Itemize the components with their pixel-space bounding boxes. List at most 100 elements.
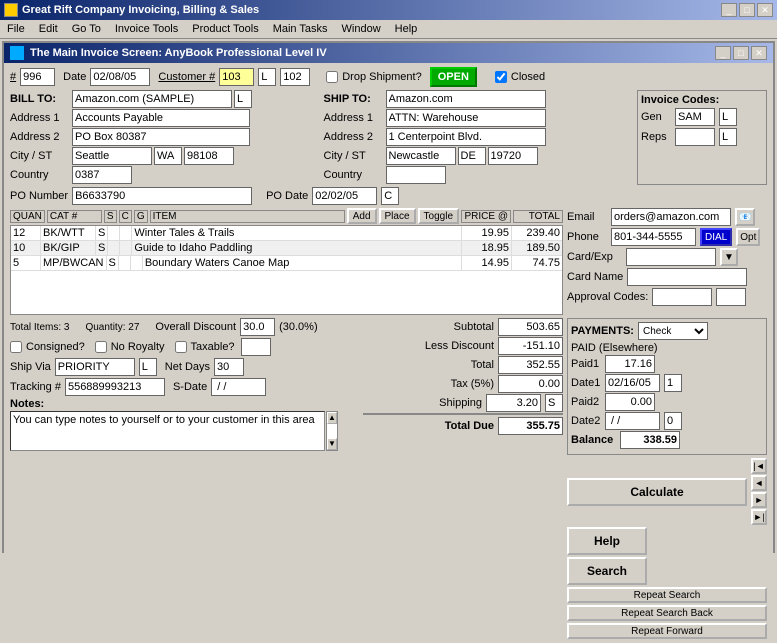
nav-prev-btn[interactable]: ◄ xyxy=(751,475,767,491)
menu-help[interactable]: Help xyxy=(392,22,421,36)
email-icon-btn[interactable]: 📧 xyxy=(735,208,755,226)
subtotal-field[interactable] xyxy=(498,318,563,336)
ship-via-code[interactable] xyxy=(139,358,157,376)
card-exp-field[interactable] xyxy=(626,248,716,266)
window-controls[interactable]: _ □ ✕ xyxy=(721,3,773,17)
bill-zip-field[interactable] xyxy=(184,147,234,165)
customer-num-field[interactable] xyxy=(219,68,254,86)
bill-city-field[interactable] xyxy=(72,147,152,165)
po-date-code-field[interactable] xyxy=(381,187,399,205)
taxable-checkbox[interactable] xyxy=(175,341,187,353)
reps-code-field[interactable] xyxy=(675,128,715,146)
repeat-search-back-button[interactable]: Repeat Search Back xyxy=(567,605,767,621)
ship-via-field[interactable] xyxy=(55,358,135,376)
customer-code-field[interactable] xyxy=(258,68,276,86)
total-due-field[interactable] xyxy=(498,417,563,435)
customer-id-field[interactable] xyxy=(280,68,310,86)
invoice-num-field[interactable] xyxy=(20,68,55,86)
date1-code[interactable] xyxy=(664,374,682,392)
approval-field2[interactable] xyxy=(716,288,746,306)
overall-discount-field[interactable] xyxy=(240,318,275,336)
drop-shipment-checkbox[interactable] xyxy=(326,71,338,83)
shipping-field[interactable] xyxy=(486,394,541,412)
menu-main-tasks[interactable]: Main Tasks xyxy=(270,22,331,36)
consigned-checkbox[interactable] xyxy=(10,341,22,353)
calculate-button[interactable]: Calculate xyxy=(567,478,747,506)
net-days-field[interactable] xyxy=(214,358,244,376)
total-field[interactable] xyxy=(498,356,563,374)
email-label: Email xyxy=(567,211,607,223)
add-button[interactable]: Add xyxy=(347,208,377,224)
dial-button[interactable]: DIAL xyxy=(700,228,732,246)
notes-area[interactable]: You can type notes to yourself or to you… xyxy=(10,411,325,451)
help-button[interactable]: Help xyxy=(567,527,647,555)
ship-city-field[interactable] xyxy=(386,147,456,165)
maximize-button[interactable]: □ xyxy=(739,3,755,17)
card-exp-btn[interactable]: ▼ xyxy=(720,248,738,266)
place-button[interactable]: Place xyxy=(379,208,416,224)
po-number-field[interactable] xyxy=(72,187,252,205)
date-field[interactable] xyxy=(90,68,150,86)
po-date-field[interactable] xyxy=(312,187,377,205)
email-field[interactable] xyxy=(611,208,731,226)
subtotal-label: Subtotal xyxy=(414,321,494,333)
ship-address1-field[interactable] xyxy=(386,109,546,127)
card-name-field[interactable] xyxy=(627,268,747,286)
menu-file[interactable]: File xyxy=(4,22,28,36)
tracking-field[interactable] xyxy=(65,378,165,396)
menu-invoice-tools[interactable]: Invoice Tools xyxy=(112,22,181,36)
ship-address2-field[interactable] xyxy=(386,128,546,146)
menu-product-tools[interactable]: Product Tools xyxy=(189,22,261,36)
shipping-code[interactable] xyxy=(545,394,563,412)
ship-country-field[interactable] xyxy=(386,166,446,184)
bill-address2-field[interactable] xyxy=(72,128,250,146)
tax-field[interactable] xyxy=(498,375,563,393)
minimize-button[interactable]: _ xyxy=(721,3,737,17)
menu-edit[interactable]: Edit xyxy=(36,22,61,36)
discount-pct: (30.0%) xyxy=(279,321,318,333)
menu-goto[interactable]: Go To xyxy=(69,22,104,36)
nav-first-btn[interactable]: |◄ xyxy=(751,458,767,474)
nav-next-btn[interactable]: ► xyxy=(751,492,767,508)
main-maximize-btn[interactable]: □ xyxy=(733,46,749,60)
scroll-up-btn[interactable]: ▲ xyxy=(327,412,337,424)
open-button[interactable]: OPEN xyxy=(430,67,477,87)
date2-code[interactable] xyxy=(664,412,682,430)
closed-checkbox[interactable] xyxy=(495,71,507,83)
approval-field[interactable] xyxy=(652,288,712,306)
balance-field[interactable] xyxy=(620,431,680,449)
bill-state-field[interactable] xyxy=(154,147,182,165)
ship-zip-field[interactable] xyxy=(488,147,538,165)
gen-l-field[interactable] xyxy=(719,108,737,126)
main-minimize-btn[interactable]: _ xyxy=(715,46,731,60)
opt-button[interactable]: Opt xyxy=(736,228,760,246)
menu-window[interactable]: Window xyxy=(339,22,384,36)
bill-to-name-field[interactable] xyxy=(72,90,232,108)
bill-address1-field[interactable] xyxy=(72,109,250,127)
paid1-field[interactable] xyxy=(605,355,655,373)
reps-l-field[interactable] xyxy=(719,128,737,146)
paid2-field[interactable] xyxy=(605,393,655,411)
bill-country-label: Country xyxy=(10,169,70,181)
toggle-button[interactable]: Toggle xyxy=(418,208,459,224)
date2-field[interactable] xyxy=(605,412,660,430)
nav-last-btn[interactable]: ►| xyxy=(751,509,767,525)
bill-country-field[interactable] xyxy=(72,166,132,184)
search-button[interactable]: Search xyxy=(567,557,647,585)
gen-code-field[interactable] xyxy=(675,108,715,126)
scroll-down-btn[interactable]: ▼ xyxy=(327,438,337,450)
sdate-field[interactable] xyxy=(211,378,266,396)
no-royalty-checkbox[interactable] xyxy=(95,341,107,353)
ship-state-field[interactable] xyxy=(458,147,486,165)
ship-to-name-field[interactable] xyxy=(386,90,546,108)
bill-to-code-field[interactable] xyxy=(234,90,252,108)
taxable-field[interactable] xyxy=(241,338,271,356)
repeat-search-button[interactable]: Repeat Search xyxy=(567,587,767,603)
close-button[interactable]: ✕ xyxy=(757,3,773,17)
repeat-forward-button[interactable]: Repeat Forward xyxy=(567,623,767,639)
main-close-btn[interactable]: ✕ xyxy=(751,46,767,60)
date1-field[interactable] xyxy=(605,374,660,392)
phone-field[interactable] xyxy=(611,228,696,246)
less-discount-field[interactable] xyxy=(498,337,563,355)
payment-type-select[interactable]: Check Cash Credit xyxy=(638,322,708,340)
